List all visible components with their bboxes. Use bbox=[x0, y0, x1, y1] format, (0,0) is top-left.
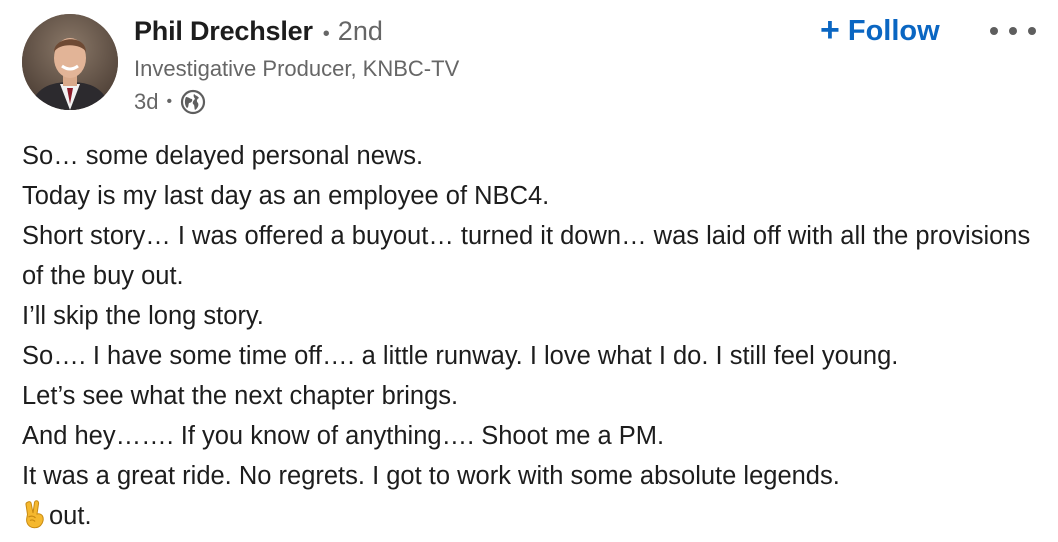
avatar[interactable] bbox=[22, 14, 118, 110]
post-line: So…. I have some time off…. a little run… bbox=[22, 342, 899, 370]
author-headline: Investigative Producer, KNBC-TV bbox=[134, 56, 460, 81]
post-line: Short story… I was offered a buyout… tur… bbox=[22, 222, 1031, 290]
post-line: So… some delayed personal news. bbox=[22, 142, 424, 170]
author-name[interactable]: Phil Drechsler bbox=[134, 16, 313, 47]
connection-degree: 2nd bbox=[337, 16, 383, 46]
more-dots-icon bbox=[990, 27, 998, 35]
name-separator: • bbox=[322, 23, 330, 45]
victory-hand-emoji-icon bbox=[22, 499, 48, 529]
post-line: I’ll skip the long story. bbox=[22, 302, 264, 330]
post-line: It was a great ride. No regrets. I got t… bbox=[22, 462, 840, 490]
globe-icon bbox=[180, 89, 206, 115]
post-line: Let’s see what the next chapter brings. bbox=[22, 382, 459, 410]
post-line: Today is my last day as an employee of N… bbox=[22, 182, 550, 210]
post-line: And hey……. If you know of anything…. Sho… bbox=[22, 422, 665, 450]
more-dots-icon bbox=[1028, 27, 1036, 35]
author-name-row: Phil Drechsler • 2nd bbox=[134, 16, 383, 54]
post-meta: 3d • bbox=[134, 86, 206, 118]
time-separator: • bbox=[166, 93, 173, 110]
follow-label: Follow bbox=[847, 14, 940, 47]
post-header: Phil Drechsler • 2nd Investigative Produ… bbox=[0, 0, 1058, 130]
post-last-line: out. bbox=[22, 496, 1042, 536]
post-last-line-text: out. bbox=[49, 502, 92, 530]
plus-icon: + bbox=[820, 10, 840, 49]
more-options-button[interactable] bbox=[990, 18, 1036, 44]
post-body: So… some delayed personal news. Today is… bbox=[22, 136, 1042, 536]
more-dots-icon bbox=[1009, 27, 1017, 35]
post-time[interactable]: 3d bbox=[134, 89, 158, 115]
follow-button[interactable]: + Follow bbox=[820, 10, 940, 52]
